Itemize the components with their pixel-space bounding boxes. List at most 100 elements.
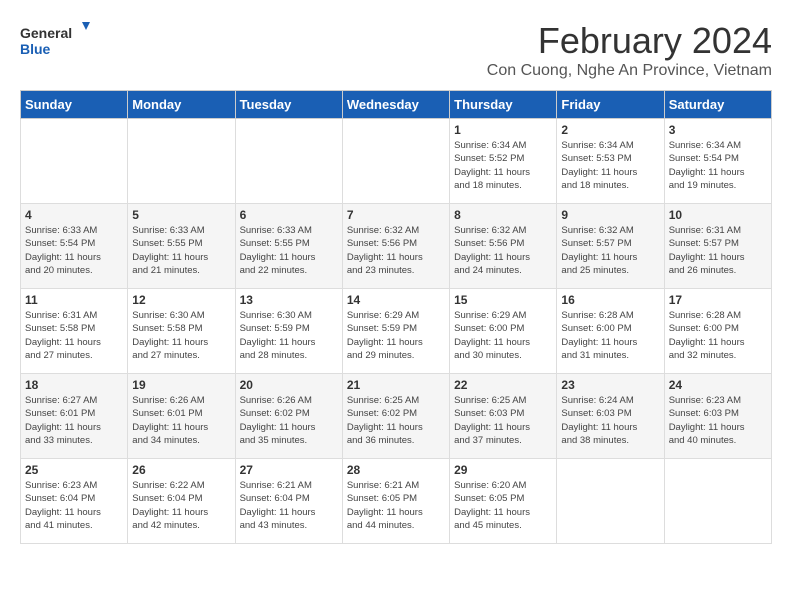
day-number: 26	[132, 463, 230, 477]
day-info: Sunrise: 6:25 AM Sunset: 6:03 PM Dayligh…	[454, 394, 552, 447]
calendar-cell: 3 Sunrise: 6:34 AM Sunset: 5:54 PM Daylig…	[664, 119, 771, 204]
day-number: 14	[347, 293, 445, 307]
svg-text:General: General	[20, 25, 72, 41]
calendar-cell: 9 Sunrise: 6:32 AM Sunset: 5:57 PM Daylig…	[557, 204, 664, 289]
calendar-cell: 20 Sunrise: 6:26 AM Sunset: 6:02 PM Dayli…	[235, 374, 342, 459]
day-number: 19	[132, 378, 230, 392]
calendar-cell: 5 Sunrise: 6:33 AM Sunset: 5:55 PM Daylig…	[128, 204, 235, 289]
day-number: 17	[669, 293, 767, 307]
day-info: Sunrise: 6:23 AM Sunset: 6:04 PM Dayligh…	[25, 479, 123, 532]
day-info: Sunrise: 6:20 AM Sunset: 6:05 PM Dayligh…	[454, 479, 552, 532]
weekday-header-monday: Monday	[128, 91, 235, 119]
calendar-cell: 15 Sunrise: 6:29 AM Sunset: 6:00 PM Dayli…	[450, 289, 557, 374]
day-info: Sunrise: 6:33 AM Sunset: 5:54 PM Dayligh…	[25, 224, 123, 277]
day-number: 8	[454, 208, 552, 222]
calendar-cell	[235, 119, 342, 204]
day-info: Sunrise: 6:25 AM Sunset: 6:02 PM Dayligh…	[347, 394, 445, 447]
calendar-cell	[128, 119, 235, 204]
weekday-header-friday: Friday	[557, 91, 664, 119]
day-info: Sunrise: 6:21 AM Sunset: 6:04 PM Dayligh…	[240, 479, 338, 532]
calendar-cell: 16 Sunrise: 6:28 AM Sunset: 6:00 PM Dayli…	[557, 289, 664, 374]
calendar-cell: 22 Sunrise: 6:25 AM Sunset: 6:03 PM Dayli…	[450, 374, 557, 459]
day-number: 18	[25, 378, 123, 392]
day-info: Sunrise: 6:21 AM Sunset: 6:05 PM Dayligh…	[347, 479, 445, 532]
day-number: 12	[132, 293, 230, 307]
svg-text:Blue: Blue	[20, 41, 51, 57]
weekday-header-thursday: Thursday	[450, 91, 557, 119]
weekday-header-wednesday: Wednesday	[342, 91, 449, 119]
day-number: 25	[25, 463, 123, 477]
day-info: Sunrise: 6:26 AM Sunset: 6:01 PM Dayligh…	[132, 394, 230, 447]
calendar-cell	[21, 119, 128, 204]
day-number: 1	[454, 123, 552, 137]
header-section: February 2024 Con Cuong, Nghe An Provinc…	[20, 20, 772, 80]
day-info: Sunrise: 6:30 AM Sunset: 5:58 PM Dayligh…	[132, 309, 230, 362]
calendar-cell: 2Sunrise: 6:34 AM Sunset: 5:53 PM Daylig…	[557, 119, 664, 204]
weekday-header-sunday: Sunday	[21, 91, 128, 119]
day-info: Sunrise: 6:30 AM Sunset: 5:59 PM Dayligh…	[240, 309, 338, 362]
day-info: Sunrise: 6:33 AM Sunset: 5:55 PM Dayligh…	[132, 224, 230, 277]
day-number: 16	[561, 293, 659, 307]
day-info: Sunrise: 6:31 AM Sunset: 5:57 PM Dayligh…	[669, 224, 767, 277]
calendar-cell: 12 Sunrise: 6:30 AM Sunset: 5:58 PM Dayli…	[128, 289, 235, 374]
day-number: 7	[347, 208, 445, 222]
day-number: 3	[669, 123, 767, 137]
day-info: Sunrise: 6:28 AM Sunset: 6:00 PM Dayligh…	[669, 309, 767, 362]
day-number: 28	[347, 463, 445, 477]
day-number: 9	[561, 208, 659, 222]
calendar-cell: 11 Sunrise: 6:31 AM Sunset: 5:58 PM Dayli…	[21, 289, 128, 374]
day-info: Sunrise: 6:28 AM Sunset: 6:00 PM Dayligh…	[561, 309, 659, 362]
calendar-cell: 28 Sunrise: 6:21 AM Sunset: 6:05 PM Dayli…	[342, 459, 449, 544]
day-info: Sunrise: 6:34 AM Sunset: 5:52 PM Dayligh…	[454, 139, 552, 192]
calendar-cell: 18 Sunrise: 6:27 AM Sunset: 6:01 PM Dayli…	[21, 374, 128, 459]
calendar-cell: 4 Sunrise: 6:33 AM Sunset: 5:54 PM Daylig…	[21, 204, 128, 289]
logo: General Blue	[20, 20, 90, 60]
day-number: 15	[454, 293, 552, 307]
day-info: Sunrise: 6:27 AM Sunset: 6:01 PM Dayligh…	[25, 394, 123, 447]
day-number: 6	[240, 208, 338, 222]
day-number: 21	[347, 378, 445, 392]
day-info: Sunrise: 6:32 AM Sunset: 5:57 PM Dayligh…	[561, 224, 659, 277]
day-info: Sunrise: 6:34 AM Sunset: 5:54 PM Dayligh…	[669, 139, 767, 192]
calendar-cell	[664, 459, 771, 544]
day-number: 5	[132, 208, 230, 222]
calendar-cell: 23 Sunrise: 6:24 AM Sunset: 6:03 PM Dayli…	[557, 374, 664, 459]
weekday-header-saturday: Saturday	[664, 91, 771, 119]
day-info: Sunrise: 6:24 AM Sunset: 6:03 PM Dayligh…	[561, 394, 659, 447]
calendar-cell: 25 Sunrise: 6:23 AM Sunset: 6:04 PM Dayli…	[21, 459, 128, 544]
day-number: 27	[240, 463, 338, 477]
calendar-cell: 14 Sunrise: 6:29 AM Sunset: 5:59 PM Dayli…	[342, 289, 449, 374]
calendar-cell: 17 Sunrise: 6:28 AM Sunset: 6:00 PM Dayli…	[664, 289, 771, 374]
calendar-cell: 6 Sunrise: 6:33 AM Sunset: 5:55 PM Daylig…	[235, 204, 342, 289]
day-number: 23	[561, 378, 659, 392]
weekday-header-tuesday: Tuesday	[235, 91, 342, 119]
day-info: Sunrise: 6:23 AM Sunset: 6:03 PM Dayligh…	[669, 394, 767, 447]
calendar-cell: 24 Sunrise: 6:23 AM Sunset: 6:03 PM Dayli…	[664, 374, 771, 459]
day-number: 13	[240, 293, 338, 307]
day-number: 22	[454, 378, 552, 392]
day-info: Sunrise: 6:31 AM Sunset: 5:58 PM Dayligh…	[25, 309, 123, 362]
day-info: Sunrise: 6:32 AM Sunset: 5:56 PM Dayligh…	[454, 224, 552, 277]
day-number: 24	[669, 378, 767, 392]
day-number: 11	[25, 293, 123, 307]
calendar-cell: 27 Sunrise: 6:21 AM Sunset: 6:04 PM Dayli…	[235, 459, 342, 544]
day-info: Sunrise: 6:33 AM Sunset: 5:55 PM Dayligh…	[240, 224, 338, 277]
calendar-cell	[342, 119, 449, 204]
day-number: 10	[669, 208, 767, 222]
calendar-cell: 21 Sunrise: 6:25 AM Sunset: 6:02 PM Dayli…	[342, 374, 449, 459]
day-info: Sunrise: 6:34 AM Sunset: 5:53 PM Dayligh…	[561, 139, 659, 192]
calendar-cell: 7Sunrise: 6:32 AM Sunset: 5:56 PM Daylig…	[342, 204, 449, 289]
day-number: 29	[454, 463, 552, 477]
calendar-cell: 1 Sunrise: 6:34 AM Sunset: 5:52 PM Daylig…	[450, 119, 557, 204]
location-title: Con Cuong, Nghe An Province, Vietnam	[20, 62, 772, 80]
day-info: Sunrise: 6:29 AM Sunset: 6:00 PM Dayligh…	[454, 309, 552, 362]
day-info: Sunrise: 6:26 AM Sunset: 6:02 PM Dayligh…	[240, 394, 338, 447]
calendar-cell: 8 Sunrise: 6:32 AM Sunset: 5:56 PM Daylig…	[450, 204, 557, 289]
day-info: Sunrise: 6:29 AM Sunset: 5:59 PM Dayligh…	[347, 309, 445, 362]
calendar-cell: 13 Sunrise: 6:30 AM Sunset: 5:59 PM Dayli…	[235, 289, 342, 374]
calendar-table: SundayMondayTuesdayWednesdayThursdayFrid…	[20, 90, 772, 544]
calendar-cell	[557, 459, 664, 544]
calendar-cell: 10 Sunrise: 6:31 AM Sunset: 5:57 PM Dayli…	[664, 204, 771, 289]
day-number: 4	[25, 208, 123, 222]
day-number: 20	[240, 378, 338, 392]
